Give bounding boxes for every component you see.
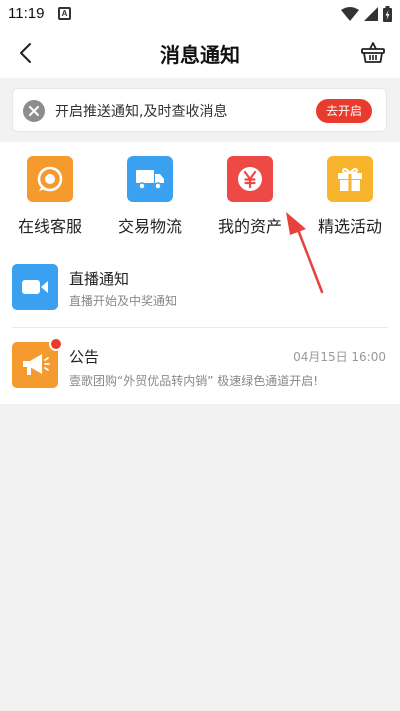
list-item-time: 04月15日 16:00 bbox=[293, 350, 386, 364]
quick-action-label: 交易物流 bbox=[117, 217, 182, 236]
video-camera-icon bbox=[12, 264, 58, 310]
push-notification-banner: 开启推送通知,及时查收消息 去开启 bbox=[12, 88, 387, 132]
battery-icon bbox=[383, 6, 392, 22]
page-title: 消息通知 bbox=[160, 43, 240, 67]
banner-close-button[interactable] bbox=[23, 100, 45, 122]
quick-action-activities[interactable]: 精选活动 bbox=[300, 156, 400, 237]
megaphone-icon bbox=[12, 337, 63, 388]
quick-action-customer-service[interactable]: 在线客服 bbox=[0, 156, 100, 237]
quick-action-label: 在线客服 bbox=[17, 217, 82, 236]
list-item-announcement[interactable]: 公告 04月15日 16:00 壹歌团购“外贸优品转内销” 极速绿色通道开启! bbox=[0, 330, 400, 404]
header: 消息通知 bbox=[0, 28, 400, 78]
gift-icon bbox=[327, 156, 373, 202]
quick-action-grid: 在线客服 交易物流 我的资产 精选活动 bbox=[0, 142, 400, 252]
enable-push-button[interactable]: 去开启 bbox=[316, 99, 372, 123]
list-item-subtitle: 直播开始及中奖通知 bbox=[69, 294, 178, 308]
status-time: 11:19 bbox=[8, 5, 45, 22]
list-item-live-notice[interactable]: 直播通知 直播开始及中奖通知 bbox=[0, 252, 400, 328]
wifi-icon bbox=[341, 7, 359, 21]
quick-action-label: 精选活动 bbox=[317, 217, 382, 236]
status-icons bbox=[341, 4, 392, 24]
list-item-title: 公告 bbox=[69, 348, 100, 366]
status-indicator-icon: A bbox=[58, 7, 71, 20]
quick-action-assets[interactable]: 我的资产 bbox=[200, 156, 300, 237]
list-item-title: 直播通知 bbox=[69, 270, 130, 288]
list-item-subtitle: 壹歌团购“外贸优品转内销” 极速绿色通道开启! bbox=[69, 374, 319, 388]
headset-icon bbox=[27, 156, 73, 202]
basket-button[interactable] bbox=[356, 36, 390, 70]
quick-action-label: 我的资产 bbox=[217, 217, 282, 236]
quick-action-logistics[interactable]: 交易物流 bbox=[100, 156, 200, 237]
basket-icon bbox=[361, 42, 385, 63]
divider bbox=[12, 327, 388, 328]
message-list: 直播通知 直播开始及中奖通知 公告 04月15日 16:00 壹歌团购“外贸优品… bbox=[0, 252, 400, 404]
banner-text: 开启推送通知,及时查收消息 bbox=[55, 104, 228, 120]
signal-icon bbox=[364, 7, 378, 21]
truck-icon bbox=[127, 156, 173, 202]
close-icon bbox=[29, 106, 39, 116]
status-bar: 11:19 A bbox=[0, 0, 400, 28]
yen-icon bbox=[227, 156, 273, 202]
unread-badge bbox=[49, 337, 63, 351]
